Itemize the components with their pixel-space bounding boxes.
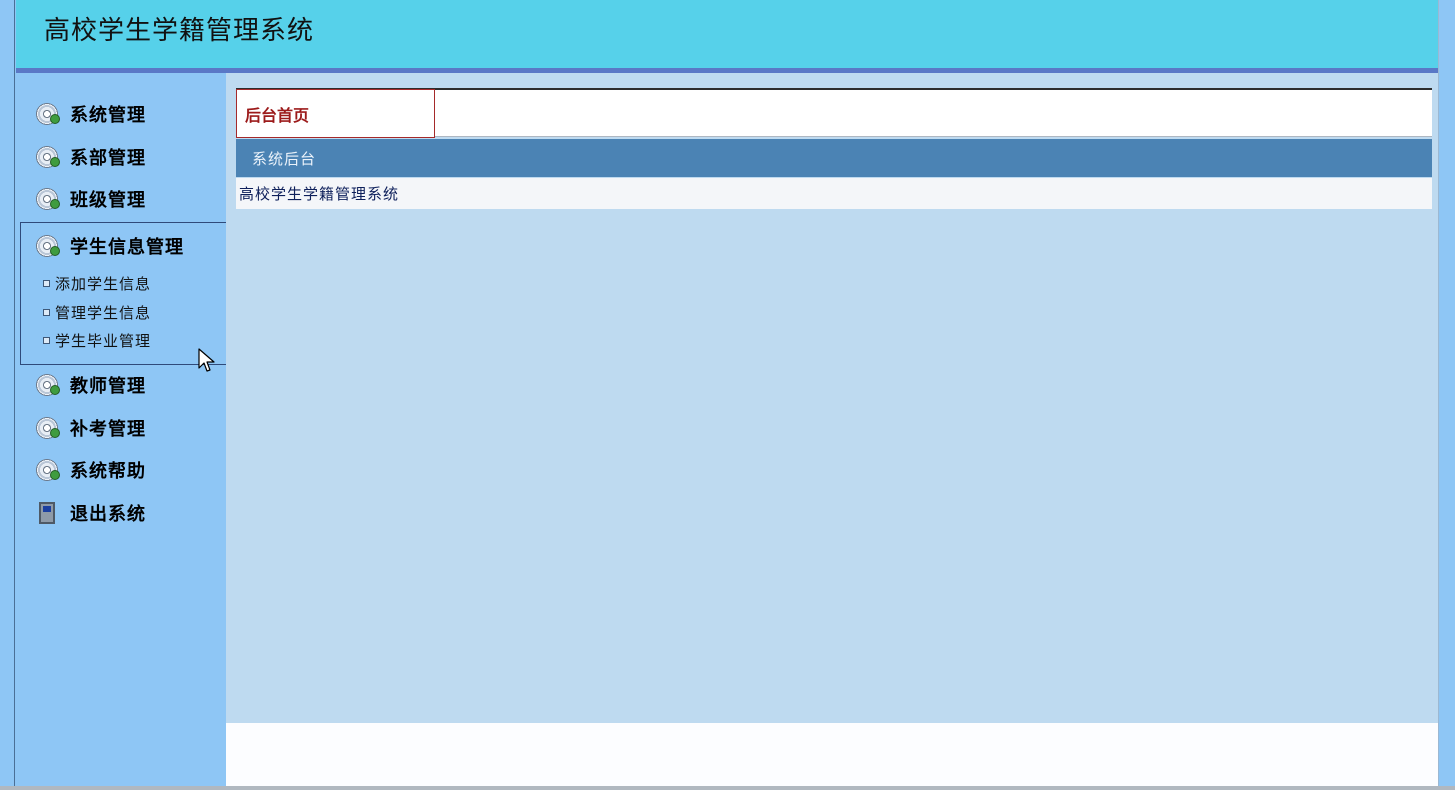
- cd-icon: [36, 417, 60, 439]
- submenu-item-manage-student[interactable]: 管理学生信息: [43, 302, 151, 322]
- tab-home[interactable]: 后台首页: [236, 89, 435, 138]
- submenu-item-label: 添加学生信息: [55, 274, 152, 293]
- cd-icon: [36, 235, 60, 257]
- sidebar-item-student-info[interactable]: 学生信息管理: [36, 233, 184, 259]
- sidebar-item-teacher-admin[interactable]: 教师管理: [36, 372, 146, 398]
- panel-header: 系统后台: [236, 139, 1432, 177]
- sidebar-item-label: 系部管理: [70, 148, 146, 169]
- cd-icon: [36, 146, 60, 168]
- app-header: 高校学生学籍管理系统: [16, 0, 1438, 68]
- bullet-icon: [43, 279, 50, 287]
- submenu-item-label: 管理学生信息: [55, 303, 152, 322]
- tab-bar: 后台首页: [236, 88, 1432, 138]
- tab-label: 后台首页: [245, 105, 310, 125]
- sidebar-item-label: 系统管理: [70, 105, 146, 126]
- door-icon: [39, 502, 55, 524]
- sidebar-item-label: 退出系统: [70, 504, 146, 525]
- window-bottom-edge: [0, 786, 1455, 790]
- mouse-cursor-icon: [198, 348, 215, 372]
- panel-body: 高校学生学籍管理系统: [236, 178, 1432, 209]
- submenu-item-graduation[interactable]: 学生毕业管理: [43, 330, 151, 350]
- sidebar-group-student-info: 学生信息管理 添加学生信息 管理学生信息 学生毕业管理: [20, 222, 226, 365]
- sidebar-item-label: 学生信息管理: [70, 237, 184, 258]
- sidebar: 系统管理 系部管理 班级管理 学生信息管理 添加学生信息 管理学生信息 学生毕业…: [16, 73, 226, 786]
- panel-body-text: 高校学生学籍管理系统: [239, 185, 400, 203]
- sidebar-item-department-admin[interactable]: 系部管理: [36, 144, 146, 170]
- window-left-edge: [0, 0, 15, 790]
- sidebar-item-system-admin[interactable]: 系统管理: [36, 101, 146, 127]
- cd-icon: [36, 374, 60, 396]
- sidebar-item-class-admin[interactable]: 班级管理: [36, 186, 146, 212]
- submenu-item-label: 学生毕业管理: [55, 331, 152, 350]
- cd-icon: [36, 188, 60, 210]
- sidebar-item-label: 系统帮助: [70, 461, 146, 482]
- cd-icon: [36, 103, 60, 125]
- window-right-edge: [1438, 0, 1455, 790]
- sidebar-item-logout[interactable]: 退出系统: [36, 500, 146, 526]
- sidebar-item-makeup-exam[interactable]: 补考管理: [36, 415, 146, 441]
- sidebar-item-label: 补考管理: [70, 419, 146, 440]
- app-window: 高校学生学籍管理系统 系统管理 系部管理 班级管理 学生信息管理 添加学生信息: [0, 0, 1455, 790]
- bullet-icon: [43, 336, 50, 344]
- main-footer-area: [226, 723, 1438, 786]
- cd-icon: [36, 459, 60, 481]
- sidebar-item-label: 班级管理: [70, 190, 146, 211]
- panel-header-label: 系统后台: [252, 149, 317, 168]
- app-title: 高校学生学籍管理系统: [44, 16, 315, 46]
- sidebar-item-help[interactable]: 系统帮助: [36, 457, 146, 483]
- submenu-item-add-student[interactable]: 添加学生信息: [43, 273, 151, 293]
- bullet-icon: [43, 308, 50, 316]
- sidebar-item-label: 教师管理: [70, 376, 146, 397]
